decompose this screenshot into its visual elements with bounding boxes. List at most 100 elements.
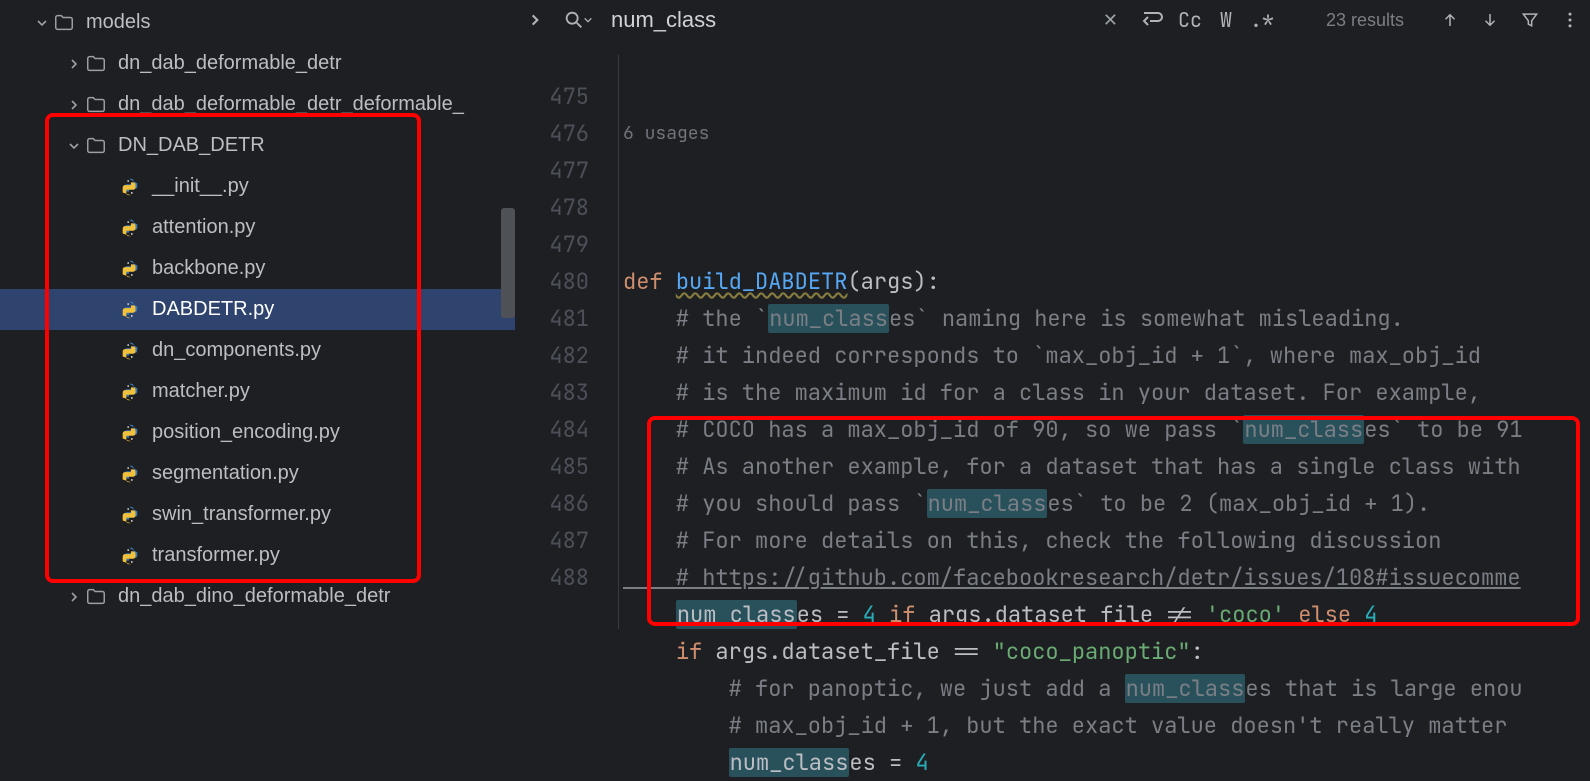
- tree-file[interactable]: dn_components.py: [0, 330, 515, 371]
- tree-item-label: segmentation.py: [152, 462, 515, 485]
- python-file-icon: [118, 216, 142, 240]
- tree-file[interactable]: attention.py: [0, 207, 515, 248]
- line-number: 484: [515, 411, 589, 448]
- tree-item-label: dn_components.py: [152, 339, 515, 362]
- tree-folder[interactable]: dn_dab_dino_deformable_detr: [0, 576, 515, 617]
- python-file-icon: [118, 257, 142, 281]
- tree-file[interactable]: DABDETR.py: [0, 289, 515, 330]
- tree-file[interactable]: segmentation.py: [0, 453, 515, 494]
- code-line[interactable]: def build_DABDETR(args):: [615, 263, 1590, 300]
- find-in-file-bar: num_class ✕ Cc W .* 23 results: [515, 0, 1590, 41]
- code-line[interactable]: num_classes = 4: [615, 744, 1590, 781]
- line-number: 485: [515, 448, 589, 485]
- search-input[interactable]: num_class: [601, 7, 1089, 33]
- line-number: 476: [515, 115, 589, 152]
- scrollbar-thumb[interactable]: [501, 208, 515, 318]
- search-history-button[interactable]: [1132, 0, 1172, 40]
- code-line[interactable]: # for panoptic, we just add a num_classe…: [615, 670, 1590, 707]
- tree-item-label: dn_dab_deformable_detr: [118, 52, 515, 75]
- editor-panel: num_class ✕ Cc W .* 23 results 475476477…: [515, 0, 1590, 629]
- chevron-right-icon: [64, 99, 84, 111]
- tree-file[interactable]: swin_transformer.py: [0, 494, 515, 535]
- line-number: 477: [515, 152, 589, 189]
- tree-folder[interactable]: dn_dab_deformable_detr: [0, 43, 515, 84]
- usages-hint[interactable]: 6 usages: [615, 115, 1590, 152]
- line-number: 480: [515, 263, 589, 300]
- tree-file[interactable]: matcher.py: [0, 371, 515, 412]
- line-number: 481: [515, 300, 589, 337]
- code-line[interactable]: # https://github.com/facebookresearch/de…: [615, 559, 1590, 596]
- tree-item-label: models: [86, 11, 515, 34]
- line-number-gutter: 4754764774784794804814824834844854864874…: [515, 41, 615, 781]
- tree-file[interactable]: transformer.py: [0, 535, 515, 576]
- python-file-icon: [118, 462, 142, 486]
- next-match-button[interactable]: [1470, 0, 1510, 40]
- filter-button[interactable]: [1510, 0, 1550, 40]
- tree-item-label: transformer.py: [152, 544, 515, 567]
- code-content[interactable]: 6 usages def build_DABDETR(args): # the …: [615, 41, 1590, 781]
- code-line[interactable]: # the `num_classes` naming here is somew…: [615, 300, 1590, 337]
- python-file-icon: [118, 421, 142, 445]
- expand-search-button[interactable]: [515, 0, 555, 40]
- chevron-down-icon: [32, 17, 52, 29]
- folder-icon: [84, 585, 108, 609]
- file-tree-panel: models dn_dab_deformable_detr dn_dab_defo…: [0, 0, 515, 629]
- chevron-down-icon: [64, 140, 84, 152]
- whole-word-toggle[interactable]: W: [1208, 7, 1244, 33]
- regex-toggle[interactable]: .*: [1244, 7, 1280, 33]
- tree-item-label: dn_dab_deformable_detr_deformable_: [118, 93, 515, 116]
- line-number: 478: [515, 189, 589, 226]
- gutter-border: [618, 55, 619, 629]
- line-number: 482: [515, 337, 589, 374]
- line-number: 483: [515, 374, 589, 411]
- tree-item-label: backbone.py: [152, 257, 515, 280]
- search-icon[interactable]: [555, 0, 601, 40]
- code-editor[interactable]: 4754764774784794804814824834844854864874…: [515, 41, 1590, 781]
- code-line[interactable]: # As another example, for a dataset that…: [615, 448, 1590, 485]
- python-file-icon: [118, 380, 142, 404]
- clear-search-button[interactable]: ✕: [1103, 10, 1118, 31]
- code-line[interactable]: num_classes = 4 if args.dataset_file != …: [615, 596, 1590, 633]
- match-case-toggle[interactable]: Cc: [1172, 7, 1208, 33]
- prev-match-button[interactable]: [1430, 0, 1470, 40]
- tree-file[interactable]: backbone.py: [0, 248, 515, 289]
- line-number: 487: [515, 522, 589, 559]
- tree-item-label: DN_DAB_DETR: [118, 134, 515, 157]
- code-line[interactable]: if args.dataset_file == "coco_panoptic":: [615, 633, 1590, 670]
- more-options-button[interactable]: [1550, 0, 1590, 40]
- code-line[interactable]: # max_obj_id + 1, but the exact value do…: [615, 707, 1590, 744]
- file-tree: models dn_dab_deformable_detr dn_dab_defo…: [0, 0, 515, 617]
- line-number: 488: [515, 559, 589, 596]
- python-file-icon: [118, 544, 142, 568]
- chevron-right-icon: [64, 58, 84, 70]
- search-results-count: 23 results: [1326, 10, 1404, 31]
- line-number: 479: [515, 226, 589, 263]
- python-file-icon: [118, 503, 142, 527]
- code-line[interactable]: # you should pass `num_classes` to be 2 …: [615, 485, 1590, 522]
- folder-icon: [84, 52, 108, 76]
- chevron-right-icon: [64, 591, 84, 603]
- tree-item-label: attention.py: [152, 216, 515, 239]
- code-line[interactable]: # COCO has a max_obj_id of 90, so we pas…: [615, 411, 1590, 448]
- python-file-icon: [118, 175, 142, 199]
- folder-icon: [84, 134, 108, 158]
- code-line[interactable]: # it indeed corresponds to `max_obj_id +…: [615, 337, 1590, 374]
- python-file-icon: [118, 298, 142, 322]
- tree-folder-root[interactable]: models: [0, 2, 515, 43]
- tree-file[interactable]: position_encoding.py: [0, 412, 515, 453]
- tree-file[interactable]: __init__.py: [0, 166, 515, 207]
- tree-item-label: dn_dab_dino_deformable_detr: [118, 585, 515, 608]
- folder-icon: [52, 11, 76, 35]
- folder-icon: [84, 93, 108, 117]
- tree-item-label: swin_transformer.py: [152, 503, 515, 526]
- python-file-icon: [118, 339, 142, 363]
- code-line[interactable]: # For more details on this, check the fo…: [615, 522, 1590, 559]
- tree-item-label: matcher.py: [152, 380, 515, 403]
- tree-item-label: position_encoding.py: [152, 421, 515, 444]
- tree-folder[interactable]: DN_DAB_DETR: [0, 125, 515, 166]
- tree-item-label: __init__.py: [152, 175, 515, 198]
- tree-item-label: DABDETR.py: [152, 298, 515, 321]
- tree-folder[interactable]: dn_dab_deformable_detr_deformable_: [0, 84, 515, 125]
- line-number: 475: [515, 78, 589, 115]
- code-line[interactable]: # is the maximum id for a class in your …: [615, 374, 1590, 411]
